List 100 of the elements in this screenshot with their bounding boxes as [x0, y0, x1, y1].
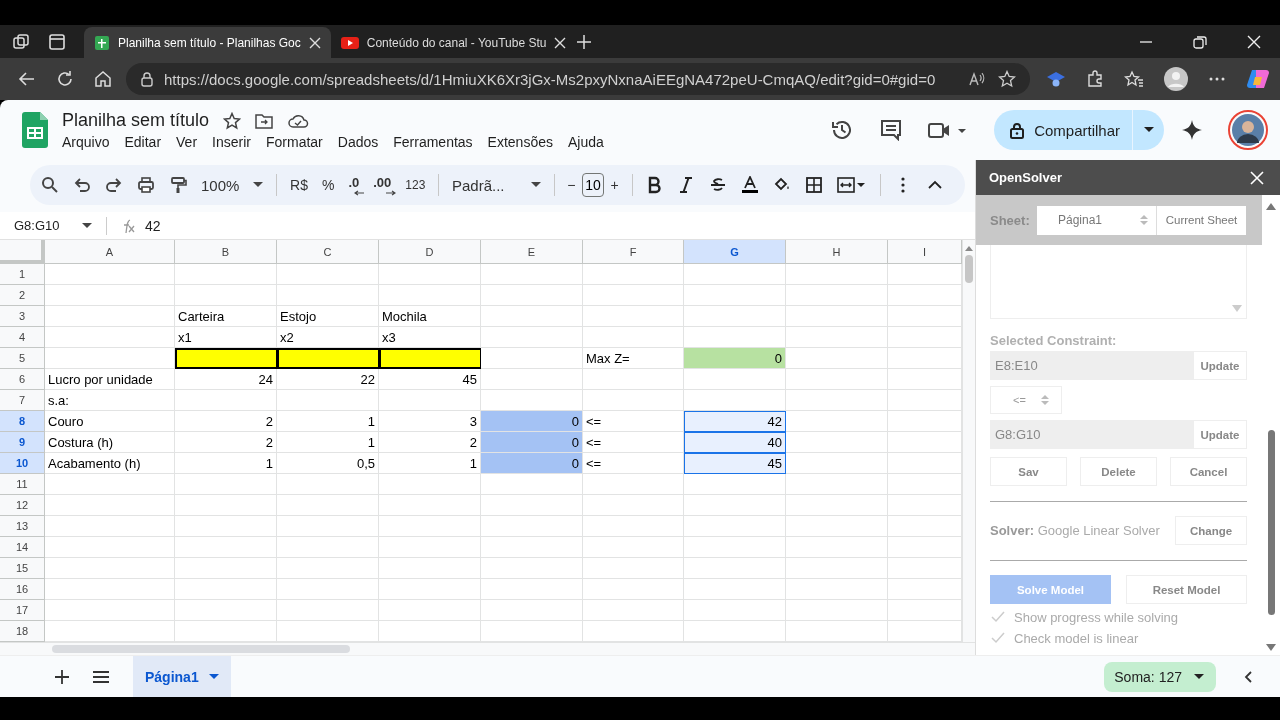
row-header[interactable]: 1 — [0, 264, 45, 285]
document-title[interactable]: Planilha sem título — [62, 110, 210, 131]
row-header[interactable]: 3 — [0, 306, 45, 327]
chevron-left-icon[interactable] — [1244, 670, 1252, 683]
text-color-icon[interactable] — [741, 176, 760, 194]
browser-tab[interactable]: Planilha sem título - Planilhas Goc — [84, 27, 331, 58]
undo-icon[interactable] — [73, 176, 91, 194]
add-sheet-icon[interactable] — [55, 669, 69, 684]
sheets-logo-icon[interactable] — [22, 112, 48, 148]
paint-format-icon[interactable] — [169, 176, 187, 194]
reload-icon[interactable] — [56, 70, 74, 88]
column-header[interactable]: F — [583, 240, 684, 264]
row-header[interactable]: 12 — [0, 495, 45, 516]
row-header[interactable]: 9 — [0, 432, 45, 453]
menu-item[interactable]: Extensões — [487, 134, 553, 150]
search-icon[interactable] — [41, 176, 59, 194]
sum-dropdown[interactable]: Soma: 127 — [1104, 661, 1216, 692]
graduation-cap-icon[interactable] — [1046, 70, 1066, 88]
close-icon[interactable] — [1247, 34, 1261, 49]
avatar-icon[interactable] — [1228, 110, 1268, 150]
video-camera-icon[interactable] — [928, 120, 969, 140]
browser-tab[interactable]: Conteúdo do canal - YouTube Stu — [330, 27, 577, 58]
font-size-field[interactable]: 10 — [582, 173, 604, 197]
action-button[interactable]: Sav — [990, 457, 1067, 486]
row-header[interactable]: 14 — [0, 537, 45, 558]
scrollbar-thumb[interactable] — [1267, 429, 1275, 615]
name-box[interactable]: G8:G10 — [0, 218, 102, 233]
share-button[interactable]: Compartilhar — [994, 110, 1132, 150]
column-header[interactable]: A — [45, 240, 175, 264]
row-header[interactable]: 16 — [0, 579, 45, 600]
scroll-up-icon[interactable] — [1266, 203, 1277, 210]
menu-item[interactable]: Ferramentas — [393, 134, 473, 150]
increase-size-button[interactable]: + — [603, 177, 626, 193]
menu-item[interactable]: Editar — [124, 134, 162, 150]
row-header[interactable]: 8 — [0, 411, 45, 432]
current-sheet-button[interactable]: Current Sheet — [1157, 205, 1246, 235]
star-icon[interactable] — [223, 111, 242, 130]
back-icon[interactable] — [18, 70, 36, 88]
comment-icon[interactable] — [880, 119, 903, 141]
restore-icon[interactable] — [1193, 34, 1207, 49]
new-tab-icon[interactable] — [576, 33, 593, 50]
profile-icon[interactable] — [1164, 67, 1188, 91]
row-header[interactable]: 2 — [0, 285, 45, 306]
column-header[interactable]: G — [684, 240, 786, 264]
checkbox[interactable] — [990, 631, 1006, 645]
puzzle-icon[interactable] — [1086, 70, 1104, 88]
column-header[interactable]: C — [277, 240, 379, 264]
row-header[interactable]: 17 — [0, 600, 45, 621]
menu-item[interactable]: Ver — [176, 134, 198, 150]
action-button[interactable]: Delete — [1080, 457, 1157, 486]
strikethrough-icon[interactable] — [709, 176, 728, 194]
checkbox[interactable] — [990, 610, 1006, 624]
menu-item[interactable]: Dados — [337, 134, 379, 150]
decrease-decimals-button[interactable]: .0 — [341, 174, 367, 196]
currency-format-button[interactable]: R$ — [283, 177, 315, 193]
scrollbar-thumb[interactable] — [965, 255, 973, 283]
row-header[interactable]: 11 — [0, 474, 45, 495]
row-header[interactable]: 13 — [0, 516, 45, 537]
sparkle-icon[interactable] — [1182, 120, 1202, 140]
scroll-up-icon[interactable] — [965, 246, 973, 251]
row-header[interactable]: 6 — [0, 369, 45, 390]
borders-icon[interactable] — [805, 176, 824, 194]
font-dropdown[interactable]: Padrã... — [444, 176, 548, 194]
menu-item[interactable]: Formatar — [265, 134, 323, 150]
redo-icon[interactable] — [105, 176, 123, 194]
zoom-dropdown[interactable]: 100% — [194, 176, 271, 194]
home-icon[interactable] — [94, 70, 112, 88]
row-header[interactable]: 15 — [0, 558, 45, 579]
menu-icon[interactable] — [93, 670, 109, 683]
column-header[interactable]: I — [888, 240, 962, 264]
decrease-size-button[interactable]: − — [560, 177, 583, 193]
scrollbar-thumb[interactable] — [52, 645, 350, 653]
tab-actions-icon[interactable] — [48, 32, 66, 51]
merge-cells-icon[interactable] — [837, 176, 868, 194]
close-icon[interactable] — [554, 36, 567, 49]
action-button[interactable]: Cancel — [1170, 457, 1247, 486]
sheet-tab[interactable]: Página1 — [133, 655, 231, 697]
close-icon[interactable] — [308, 36, 321, 49]
column-header[interactable]: E — [481, 240, 583, 264]
column-header[interactable]: B — [175, 240, 277, 264]
update-button[interactable]: Update — [1193, 351, 1247, 380]
update-button[interactable]: Update — [1193, 420, 1247, 449]
column-header[interactable]: D — [379, 240, 481, 264]
row-header[interactable]: 10 — [0, 453, 45, 474]
number-format-button[interactable]: 123 — [398, 178, 433, 192]
menu-item[interactable]: Ajuda — [567, 134, 604, 150]
print-icon[interactable] — [137, 176, 155, 194]
address-field[interactable]: https://docs.google.com/spreadsheets/d/1HmiuXK6Xr3jGx-Ms2pxyNxnaAiEEgNA472peU-CmqAQ/edit?gid=0#gid=0 — [126, 63, 1030, 95]
menu-item[interactable]: Inserir — [212, 134, 251, 150]
row-header[interactable]: 18 — [0, 621, 45, 642]
reset-button[interactable]: Reset Model — [1126, 575, 1247, 604]
move-folder-icon[interactable] — [255, 112, 274, 129]
share-menu-button[interactable] — [1132, 110, 1164, 150]
row-header[interactable]: 7 — [0, 390, 45, 411]
row-header[interactable]: 5 — [0, 348, 45, 369]
menu-item[interactable]: Arquivo — [62, 134, 110, 150]
increase-decimals-button[interactable]: .00 — [366, 174, 399, 196]
favorites-icon[interactable] — [1124, 70, 1144, 88]
copilot-icon[interactable] — [1246, 67, 1270, 91]
sheet-select[interactable]: Página1 — [1037, 205, 1157, 235]
